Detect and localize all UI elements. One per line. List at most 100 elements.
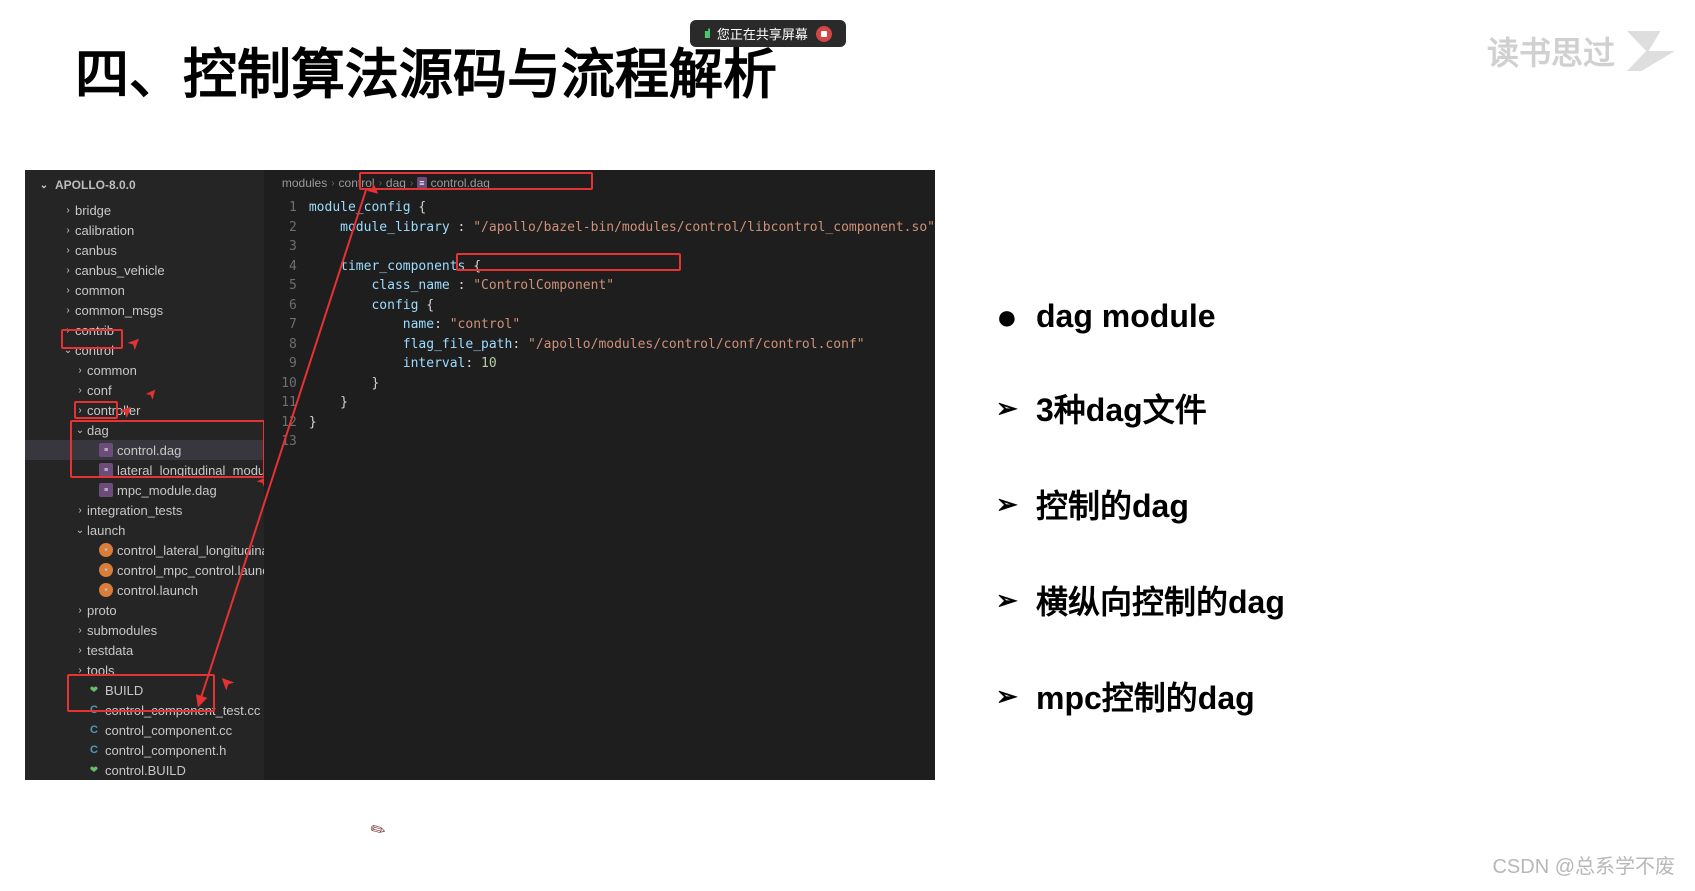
tree-item-label: control.dag (117, 443, 181, 458)
file-explorer[interactable]: ⌄ APOLLO-8.0.0 ›bridge›calibration›canbu… (25, 170, 264, 780)
tree-item-control-BUILD[interactable]: ❤control.BUILD (25, 760, 264, 780)
tree-item-mpc-module-dag[interactable]: ≡ mpc_module.dag (25, 480, 264, 500)
tree-item-proto[interactable]: ›proto (25, 600, 264, 620)
tree-item-label: contrib (75, 323, 114, 338)
tree-item-label: canbus (75, 243, 117, 258)
tree-item-label: testdata (87, 643, 133, 658)
tree-item-control[interactable]: ⌄control (25, 340, 264, 360)
bullet-item: ➢ 3种dag文件 (996, 385, 1285, 431)
bullet-marker-icon: ➢ (996, 585, 1022, 616)
chevron-down-icon: ⌄ (37, 180, 51, 191)
tree-item-label: control.launch (117, 583, 198, 598)
build-file-icon: ❤ (87, 763, 101, 777)
bullet-item: ➢控制的dag (996, 481, 1285, 527)
bullet-text: 控制的dag (1036, 481, 1189, 527)
tree-item-label: controller (87, 403, 140, 418)
sharing-indicator[interactable]: ııl 您正在共享屏幕 (690, 20, 846, 47)
line-gutter: 12345678910111213 (264, 196, 309, 780)
launch-file-icon: ⭑ (99, 543, 113, 557)
cpp-file-icon: C (87, 703, 101, 717)
tree-item-label: bridge (75, 203, 111, 218)
tree-item-calibration[interactable]: ›calibration (25, 220, 264, 240)
breadcrumb-file[interactable]: control.dag (431, 176, 490, 190)
breadcrumb-part[interactable]: modules (282, 176, 327, 190)
bullet-text: mpc控制的dag (1036, 673, 1255, 719)
tree-item-tools[interactable]: ›tools (25, 660, 264, 680)
tree-item-dag[interactable]: ⌄dag (25, 420, 264, 440)
tree-item-control-component-cc[interactable]: Ccontrol_component.cc (25, 720, 264, 740)
cpp-file-icon: C (87, 743, 101, 757)
bullet-item: ➢mpc控制的dag (996, 673, 1285, 719)
tree-item-canbus-vehicle[interactable]: ›canbus_vehicle (25, 260, 264, 280)
signal-icon: ııl (704, 26, 709, 41)
tree-item-launch[interactable]: ⌄launch (25, 520, 264, 540)
tree-item-label: BUILD (105, 683, 143, 698)
explorer-title[interactable]: ⌄ APOLLO-8.0.0 (25, 170, 264, 200)
tree-item-label: control_component.cc (105, 723, 232, 738)
tree-item-label: tools (87, 663, 114, 678)
pen-cursor-icon: ✎ (367, 818, 391, 844)
tree-item-BUILD[interactable]: ❤BUILD (25, 680, 264, 700)
tree-item-label: calibration (75, 223, 134, 238)
chevron-icon: › (73, 505, 87, 516)
code-area[interactable]: 12345678910111213 module_config { module… (264, 196, 935, 780)
tree-item-control-dag[interactable]: ≡control.dag (25, 440, 264, 460)
bullet-text: 横纵向控制的dag (1036, 577, 1285, 623)
tree-item-control-lateral-longitudinal-control-launch[interactable]: ⭑ control_lateral_longitudinal_control.la… (25, 540, 264, 560)
tree-item-control-launch[interactable]: ⭑ control.launch (25, 580, 264, 600)
chevron-icon: › (73, 645, 87, 656)
tree-item-label: submodules (87, 623, 157, 638)
breadcrumb-part[interactable]: control (339, 176, 375, 190)
watermark-top-right: 读书思过 (1487, 28, 1675, 74)
chevron-icon: › (73, 605, 87, 616)
tree-item-control-mpc-control-launch[interactable]: ⭑control_mpc_control.launch (25, 560, 264, 580)
tree-item-label: mpc_module.dag (117, 483, 217, 498)
tree-item-label: control_component_test.cc (105, 703, 260, 718)
tree-item-label: conf (87, 383, 112, 398)
tree-item-canbus[interactable]: ›canbus (25, 240, 264, 260)
breadcrumb-part[interactable]: dag (386, 176, 406, 190)
breadcrumb[interactable]: modules› control› dag› ≡ control.dag (264, 170, 935, 196)
bullet-marker-icon: ➢ (996, 393, 1022, 424)
tree-item-label: control_component.h (105, 743, 226, 758)
tree-item-label: proto (87, 603, 117, 618)
bullet-text: 3种dag文件 (1036, 385, 1207, 431)
chevron-icon: › (73, 665, 87, 676)
tree-item-common[interactable]: ›common (25, 280, 264, 300)
chevron-icon: › (61, 265, 75, 276)
chevron-icon: › (73, 405, 87, 416)
bullet-list: ●dag module➢3种dag文件➢控制的dag➢横纵向控制的dag➢mpc… (996, 298, 1285, 769)
vscode-window: ⌄ APOLLO-8.0.0 ›bridge›calibration›canbu… (25, 170, 935, 780)
tree-item-control-component-h[interactable]: Ccontrol_component.h (25, 740, 264, 760)
tree-item-conf[interactable]: ›conf (25, 380, 264, 400)
bullet-marker-icon: ● (996, 307, 1022, 327)
tree-item-submodules[interactable]: ›submodules (25, 620, 264, 640)
code-text[interactable]: module_config { module_library : "/apoll… (309, 196, 935, 780)
dag-file-icon: ≡ (417, 177, 426, 189)
tree-item-contrib[interactable]: ›contrib (25, 320, 264, 340)
stop-sharing-icon[interactable] (816, 26, 832, 42)
tree-item-label: control_lateral_longitudinal_control.lau… (117, 543, 264, 558)
slide-title: 四、控制算法源码与流程解析 (75, 30, 777, 109)
tree-item-testdata[interactable]: ›testdata (25, 640, 264, 660)
chevron-icon: › (73, 625, 87, 636)
logo-icon (1627, 31, 1675, 71)
tree-item-integration-tests[interactable]: ›integration_tests (25, 500, 264, 520)
tree-item-controller[interactable]: ›controller (25, 400, 264, 420)
tree-item-label: canbus_vehicle (75, 263, 165, 278)
dag-file-icon: ≡ (99, 483, 113, 497)
tree-item-bridge[interactable]: ›bridge (25, 200, 264, 220)
tree-item-label: launch (87, 523, 125, 538)
tree-item-control-component-test-cc[interactable]: Ccontrol_component_test.cc (25, 700, 264, 720)
sharing-text: 您正在共享屏幕 (717, 24, 808, 43)
tree-item-label: control_mpc_control.launch (117, 563, 264, 578)
cpp-file-icon: C (87, 723, 101, 737)
tree-item-common-msgs[interactable]: ›common_msgs (25, 300, 264, 320)
chevron-icon: ⌄ (61, 345, 75, 356)
tree-item-lateral-longitudinal-module-dag[interactable]: ≡lateral_longitudinal_module.dag (25, 460, 264, 480)
code-editor[interactable]: modules› control› dag› ≡ control.dag 123… (264, 170, 935, 780)
launch-file-icon: ⭑ (99, 583, 113, 597)
chevron-icon: › (61, 205, 75, 216)
tree-item-common[interactable]: ›common (25, 360, 264, 380)
dag-file-icon: ≡ (99, 463, 113, 477)
